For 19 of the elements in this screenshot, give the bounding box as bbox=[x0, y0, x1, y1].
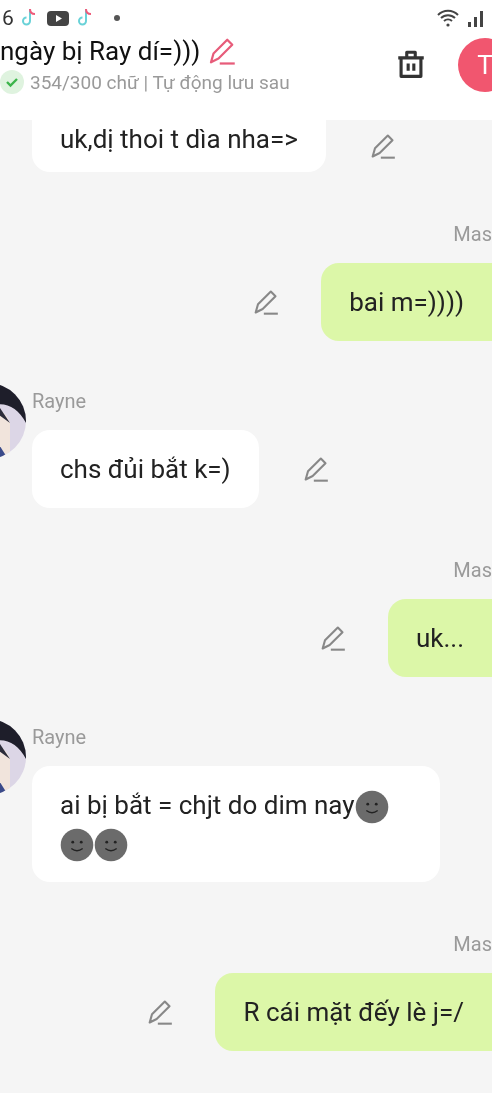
word-count-status: 354/300 chữ | Tự động lưu sau bbox=[30, 70, 290, 94]
user-avatar[interactable]: T bbox=[458, 38, 492, 92]
sender-name: Mas bbox=[453, 558, 492, 582]
dot-icon bbox=[113, 15, 120, 21]
document-title: ngày bị Ray dí=))) bbox=[0, 36, 201, 66]
message-bubble: chs đủi bắt k=) bbox=[32, 430, 259, 508]
moon-face-icon bbox=[60, 828, 94, 863]
sender-name: Rayne bbox=[32, 725, 88, 749]
message-bubble: bai m=)))) bbox=[321, 263, 492, 341]
sender-name: Rayne bbox=[32, 389, 88, 413]
moon-face-icon bbox=[354, 790, 389, 825]
message-bubble: uk,dị thoi t dìa nha=> bbox=[32, 120, 326, 172]
message-bubble: R cái mặt đếy lè j=/ bbox=[215, 973, 492, 1052]
sender-name: Mas bbox=[453, 932, 492, 957]
sender-name: Mas bbox=[453, 222, 492, 246]
status-time: 6 bbox=[2, 6, 14, 30]
moon-face-icon bbox=[94, 828, 128, 863]
message-bubble: ai bị bắt = chjt do dim nay bbox=[32, 766, 440, 883]
message-bubble: uk... bbox=[387, 599, 492, 677]
